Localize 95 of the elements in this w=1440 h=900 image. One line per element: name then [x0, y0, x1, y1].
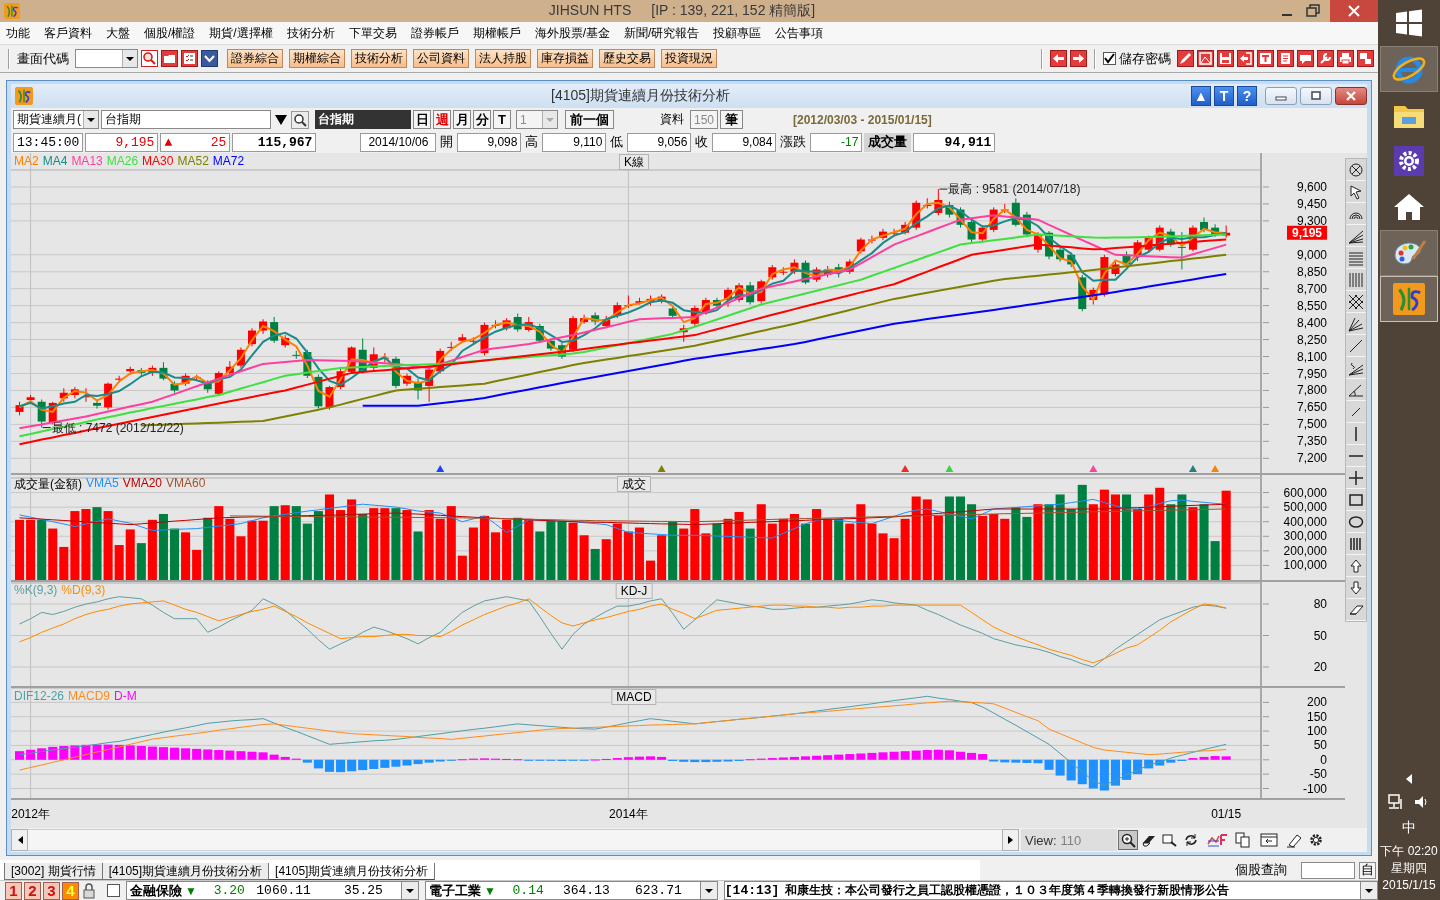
sector-index: 1060.11 [255, 883, 311, 898]
app-title: JIHSUN HTS [548, 2, 632, 20]
sector-name: 電子工業 [427, 881, 482, 900]
symbol-label: 台指期 [315, 110, 411, 129]
legend-label: VMA20 [122, 476, 163, 492]
legend-label: %K(9,3) [14, 583, 58, 597]
x-axis-label: 01/15 [1211, 807, 1242, 821]
y-axis-label: 100 [1306, 724, 1327, 739]
clock-weekday: 星期四 [1390, 860, 1428, 877]
y-axis-label: 7,800 [1296, 383, 1327, 398]
y-axis-label: 8,850 [1296, 264, 1327, 279]
legend-label: MA13 [71, 154, 103, 168]
y-axis-label: 50 [1313, 628, 1327, 643]
y-axis-label: 400,000 [1283, 514, 1327, 529]
total-volume: 115,967 [232, 132, 317, 152]
y-axis-label: 9,450 [1296, 196, 1327, 211]
y-axis-label: 20 [1313, 660, 1327, 674]
pane-title: K線 [619, 154, 649, 170]
pane-title: KD-J [615, 583, 653, 599]
field-value: 9,056 [627, 132, 692, 152]
y-axis-label: 600,000 [1283, 485, 1327, 500]
clock-date: 2015/1/15 [1381, 877, 1437, 894]
change-arrow: ▲ [164, 134, 173, 150]
legend-label: MA26 [106, 154, 139, 168]
field-label: 成交量 [864, 132, 912, 152]
sector-change: 3.20 [212, 883, 245, 898]
legend-label: MACD9 [68, 689, 111, 703]
y-axis-label: 80 [1313, 597, 1327, 611]
pane-title: MACD [611, 689, 657, 705]
date-range: [2012/03/03 - 2015/01/15] [793, 112, 932, 127]
sector-change: 0.14 [511, 883, 544, 898]
sector-value: 35.25 [342, 883, 383, 898]
sector-index: 364.13 [561, 883, 610, 898]
legend-label: VMA60 [166, 476, 206, 492]
field-value: -17 [810, 132, 863, 152]
y-axis-label: 7,950 [1296, 366, 1327, 381]
y-axis-label: 8,250 [1296, 332, 1327, 347]
field-value: 94,911 [913, 132, 996, 152]
window-title: [4105]期貨連續月份技術分析 [550, 87, 731, 105]
y-axis-label: 8,400 [1296, 315, 1327, 330]
stock-query-label: 個股查詢 [1235, 861, 1287, 879]
quote-time: 13:45:00 [13, 132, 84, 152]
legend-label: 成交量(金額) [14, 476, 82, 493]
y-axis-label: 500,000 [1283, 500, 1327, 515]
x-axis-label: 2012年 [11, 807, 50, 821]
legend-label: MA2 [14, 154, 39, 168]
last-price: 9,195 [85, 132, 159, 152]
field-value: 9,084 [712, 132, 777, 152]
last-price-tag: 9,195 [1287, 225, 1327, 241]
y-axis-label: 9,600 [1296, 179, 1327, 194]
count-label: 資料 [660, 111, 684, 128]
y-axis-label: -50 [1309, 767, 1327, 782]
y-axis-label: 100,000 [1283, 558, 1327, 573]
y-axis-label: 50 [1313, 738, 1327, 753]
y-axis-label: 200 [1306, 695, 1327, 710]
save-password-label: 儲存密碼 [1119, 49, 1171, 68]
y-axis-label: 7,350 [1296, 434, 1327, 449]
server-info: [IP : 139, 221, 152 精簡版] [651, 2, 816, 20]
y-axis-label: -100 [1302, 781, 1327, 796]
field-value: 9,110 [542, 132, 607, 152]
sector-value: 623.71 [633, 883, 682, 898]
y-axis-label: 9,000 [1296, 247, 1327, 262]
y-axis-label: 200,000 [1283, 543, 1327, 558]
legend-label: MA52 [177, 154, 209, 168]
y-axis-label: 9,300 [1296, 213, 1327, 228]
y-axis-label: 300,000 [1283, 529, 1327, 544]
x-axis-label: 2014年 [609, 807, 648, 821]
y-axis-label: 7,650 [1296, 400, 1327, 415]
sector-name: 金融保險 [129, 881, 183, 900]
y-axis-label: 8,100 [1296, 349, 1327, 364]
screen-code-label: 畫面代碼 [17, 49, 69, 68]
legend-label: D-M [114, 689, 137, 703]
sector-arrow: ▼ [185, 883, 197, 898]
view-count: 110 [1060, 832, 1082, 848]
news-time: [14:13] [724, 883, 780, 898]
legend-label: DIF12-26 [14, 689, 65, 703]
bar-date: 2014/10/06 [360, 132, 437, 152]
y-axis-label: 7,200 [1296, 451, 1327, 466]
y-axis-label: 8,700 [1296, 281, 1327, 296]
sector-arrow: ▼ [483, 883, 496, 898]
legend-label: %D(9,3) [61, 583, 106, 597]
view-label: View: [1025, 832, 1057, 848]
legend-label: VMA5 [86, 476, 119, 492]
field-value: 9,098 [457, 132, 522, 152]
y-axis-label: 7,500 [1296, 417, 1327, 432]
y-axis-label: 150 [1306, 709, 1327, 724]
change-value: 25 [210, 134, 227, 150]
legend-label: MA30 [142, 154, 174, 168]
price-annotation: 最高 : 9581 (2014/07/18) [938, 182, 1081, 197]
pane-title: 成交 [617, 476, 651, 492]
legend-label: MA4 [42, 154, 68, 168]
legend-label: MA72 [212, 154, 245, 168]
y-axis-label: 0 [1320, 752, 1327, 767]
clock-time: 下午 02:20 [1380, 843, 1438, 860]
y-axis-label: 8,550 [1296, 298, 1327, 313]
